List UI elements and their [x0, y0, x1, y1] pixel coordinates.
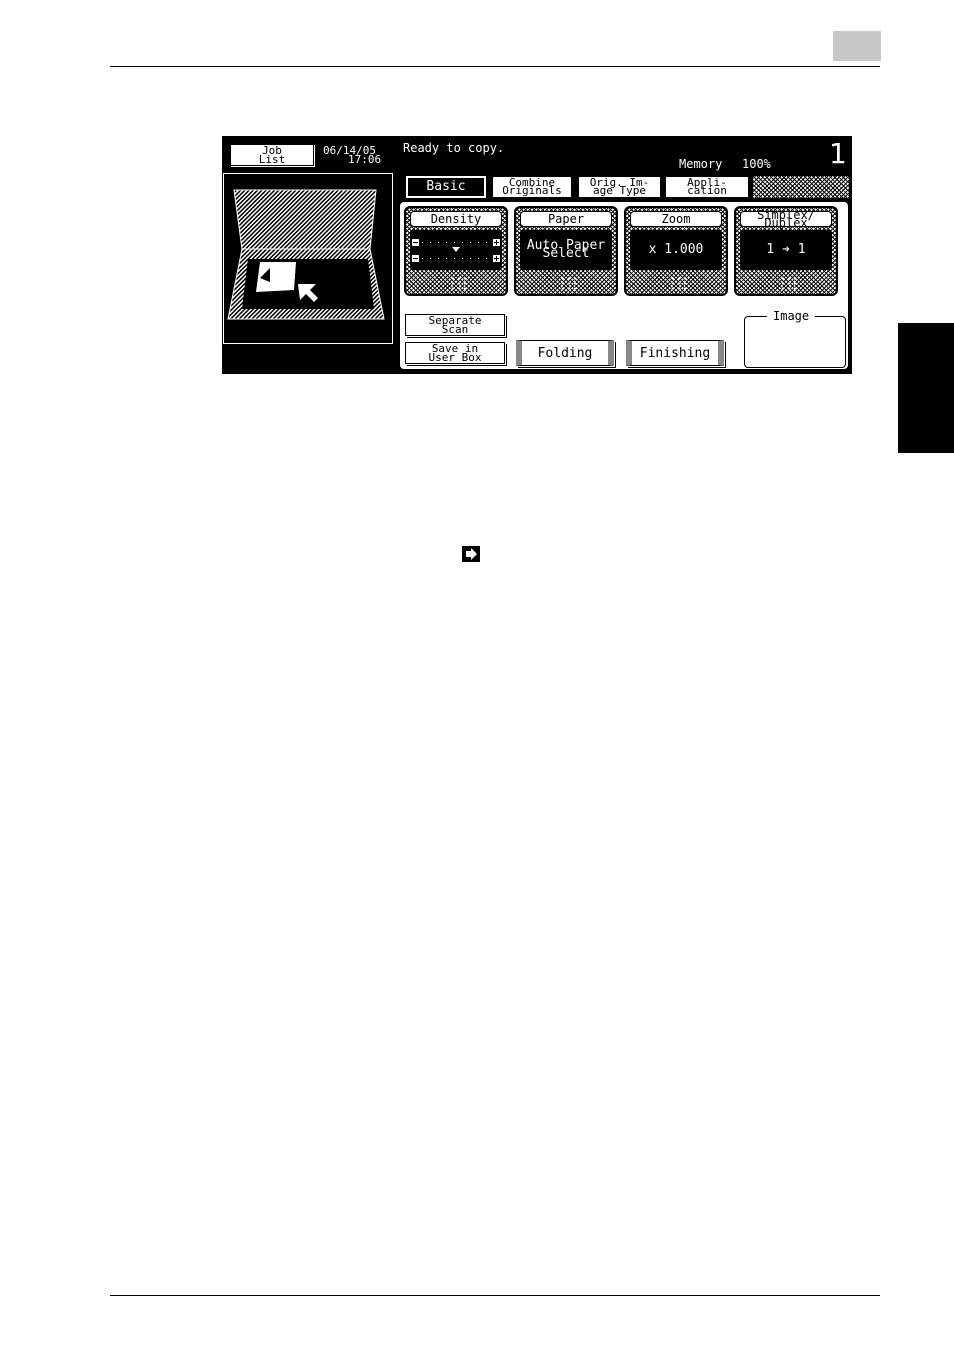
paper-card[interactable]: Paper Auto Paper Select: [514, 206, 618, 296]
save-in-user-box-button[interactable]: Save in User Box: [405, 342, 505, 364]
tab-combine-originals[interactable]: Combine Originals: [492, 176, 572, 198]
memory-label: Memory: [679, 157, 723, 171]
header-rule: [110, 66, 880, 67]
tab-bar-filler: [753, 176, 849, 198]
paper-title: Paper: [520, 211, 612, 227]
basic-settings-area: Density Paper Auto Paper Select Zoom x 1…: [398, 200, 850, 371]
density-display: [410, 230, 502, 270]
duplex-value: 1 ➔ 1: [740, 230, 832, 270]
image-preview-box: Image: [744, 309, 846, 368]
scanner-illustration: [227, 189, 385, 320]
tab-orig-image-type[interactable]: Orig. Im- age Type: [578, 176, 661, 198]
duplex-more-dots: [780, 276, 798, 290]
density-more-dots: [450, 276, 468, 290]
density-card[interactable]: Density: [404, 206, 508, 296]
scanner-preview-pane: [223, 173, 393, 344]
separate-scan-button[interactable]: Separate Scan: [405, 314, 505, 336]
copier-control-panel: Job List 06/14/05 17:06 Ready to copy. M…: [222, 136, 852, 374]
zoom-value: x 1.000: [630, 230, 722, 270]
job-list-button[interactable]: Job List: [230, 144, 314, 166]
memory-value: 100%: [742, 157, 771, 171]
footer-rule: [110, 1295, 880, 1296]
paper-more-dots: [560, 276, 578, 290]
arrow-right-icon: [462, 546, 480, 562]
tab-basic[interactable]: Basic: [405, 175, 487, 199]
zoom-more-dots: [670, 276, 688, 290]
zoom-title: Zoom: [630, 211, 722, 227]
chapter-number-box: [833, 31, 881, 61]
paper-value: Auto Paper Select: [520, 230, 612, 270]
copy-count: 1: [829, 137, 847, 170]
tab-application[interactable]: Appli- cation: [665, 176, 749, 198]
chapter-side-tab: [898, 323, 954, 453]
density-scale: [412, 239, 500, 262]
zoom-card[interactable]: Zoom x 1.000: [624, 206, 728, 296]
duplex-card[interactable]: Simplex/ Duplex 1 ➔ 1: [734, 206, 838, 296]
duplex-title: Simplex/ Duplex: [740, 209, 832, 229]
finishing-button[interactable]: Finishing: [626, 340, 724, 366]
time-display: 17:06: [348, 153, 382, 166]
status-message: Ready to copy.: [403, 141, 505, 155]
folding-button[interactable]: Folding: [516, 340, 614, 366]
density-title: Density: [410, 211, 502, 227]
image-label: Image: [767, 309, 816, 323]
